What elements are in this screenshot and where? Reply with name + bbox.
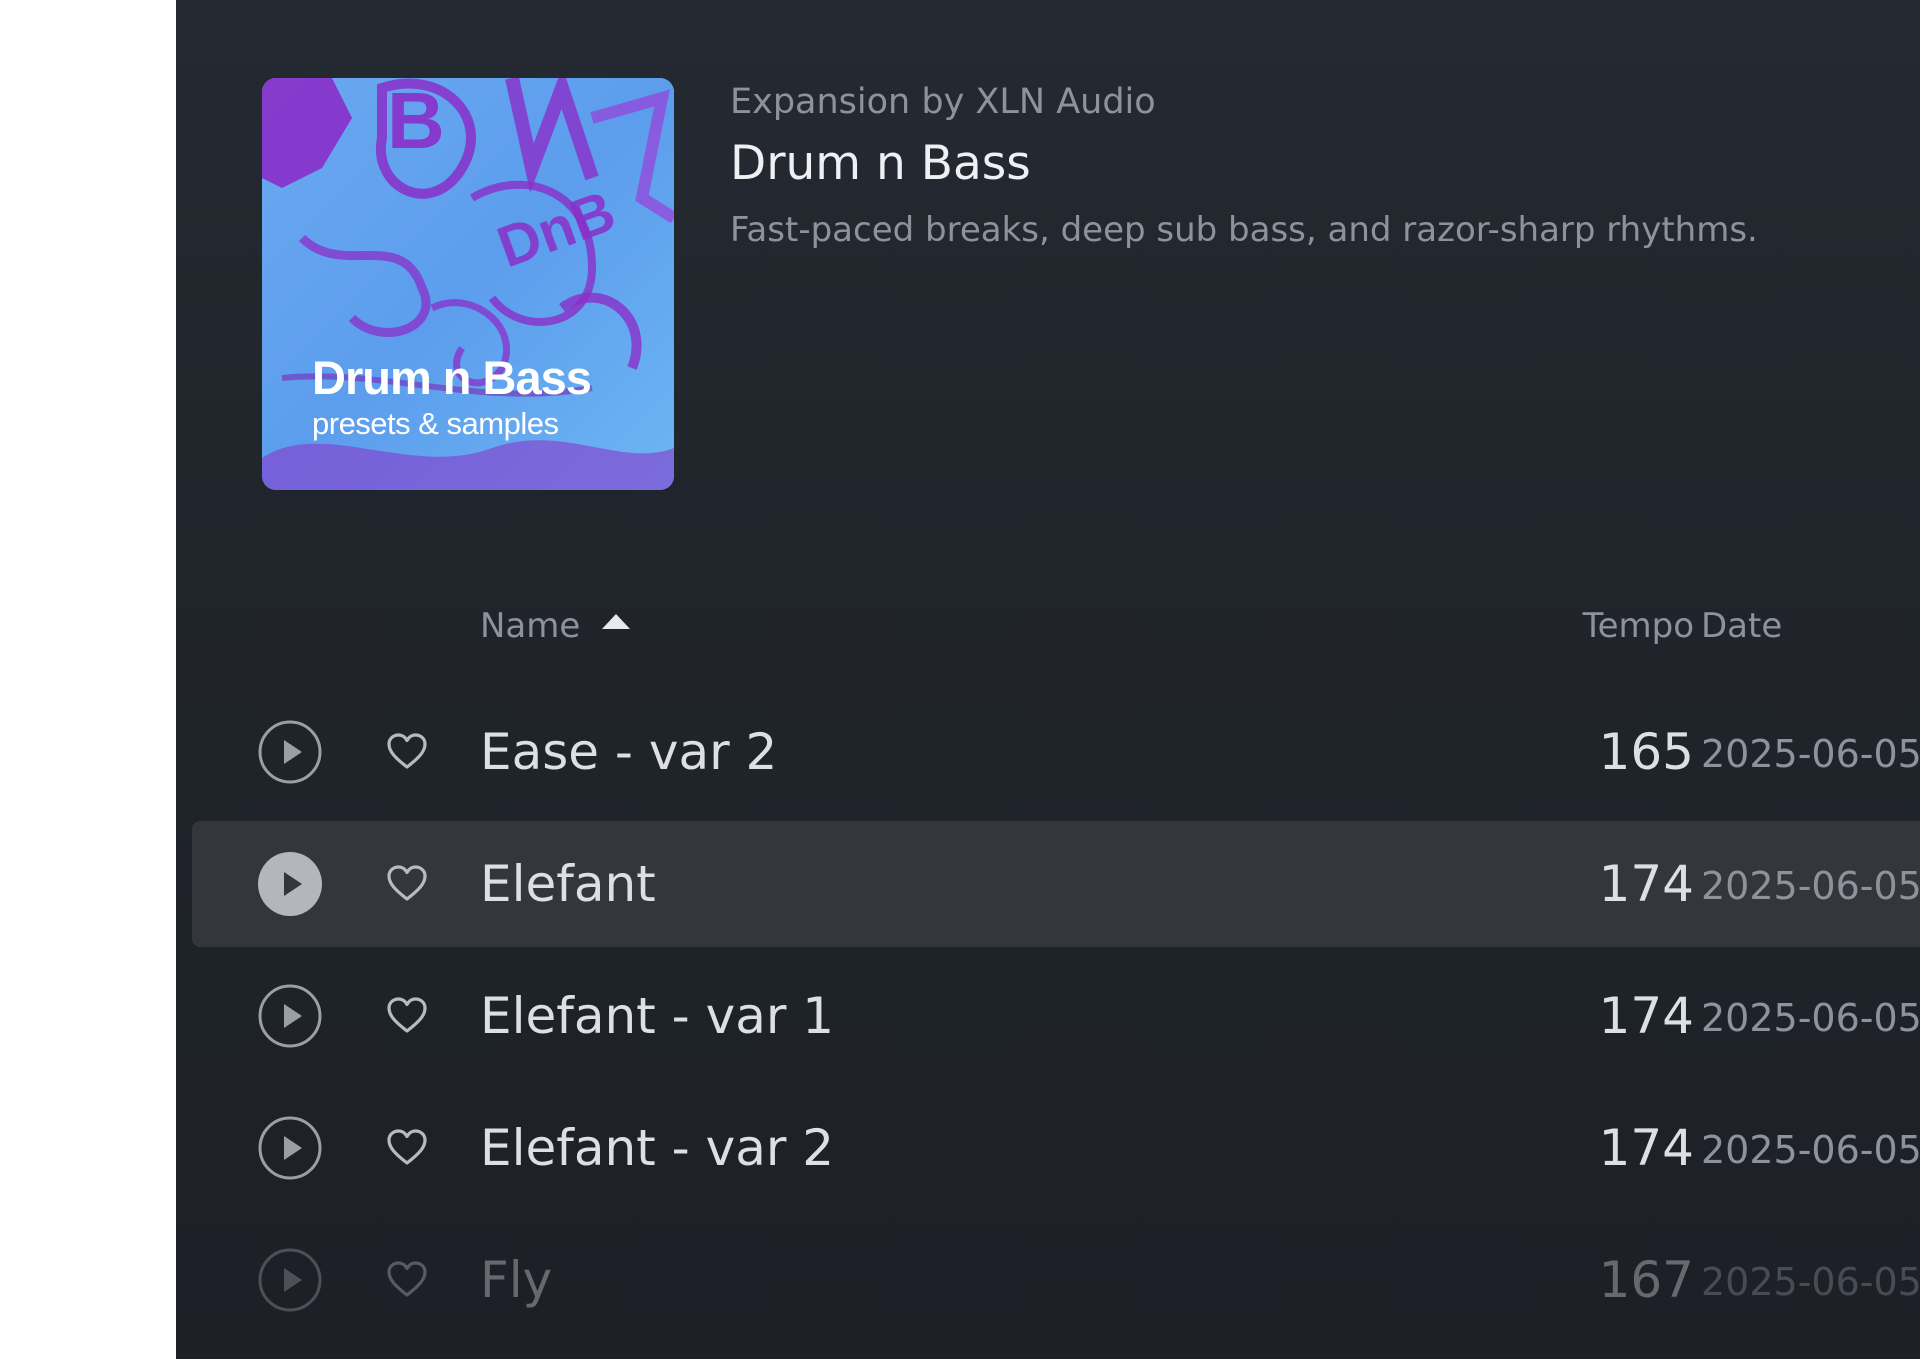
column-header-date[interactable]: Date xyxy=(1701,606,1782,646)
expansion-title: Drum n Bass xyxy=(730,136,1031,191)
table-row[interactable]: Ease - var 2 165 2025-06-05 xyxy=(176,686,1920,818)
play-circle-icon[interactable] xyxy=(257,851,323,917)
column-header-name[interactable]: Name xyxy=(480,606,631,646)
table-row[interactable]: Elefant - var 2 174 2025-06-05 xyxy=(176,1082,1920,1214)
expansion-kicker: Expansion by XLN Audio xyxy=(730,82,1156,122)
preset-name: Elefant xyxy=(480,855,656,913)
preset-name: Fly xyxy=(480,1251,553,1309)
preset-tempo: 165 xyxy=(1598,723,1694,781)
table-row[interactable]: Elefant - var 1 174 2025-06-05 xyxy=(176,950,1920,1082)
preset-date: 2025-06-05 xyxy=(1701,1128,1920,1172)
preset-name: Elefant - var 1 xyxy=(480,987,835,1045)
heart-outline-icon[interactable] xyxy=(386,1128,428,1168)
cover-graffiti-letter: B xyxy=(387,78,445,165)
table-header: Name Tempo Date xyxy=(176,602,1920,652)
heart-outline-icon[interactable] xyxy=(386,732,428,772)
play-circle-icon[interactable] xyxy=(257,983,323,1049)
preset-tempo: 167 xyxy=(1598,1251,1694,1309)
preset-date: 2025-06-05 xyxy=(1701,996,1920,1040)
expansion-panel: B DnB Drum n Bass presets & samples Expa… xyxy=(176,0,1920,1359)
preset-name: Ease - var 2 xyxy=(480,723,778,781)
album-cover: B DnB Drum n Bass presets & samples xyxy=(262,78,674,490)
expansion-description: Fast-paced breaks, deep sub bass, and ra… xyxy=(730,210,1758,250)
preset-tempo: 174 xyxy=(1598,987,1694,1045)
preset-tempo: 174 xyxy=(1598,855,1694,913)
play-circle-icon[interactable] xyxy=(257,1115,323,1181)
sort-ascending-icon xyxy=(602,613,631,629)
play-circle-icon[interactable] xyxy=(257,719,323,785)
play-circle-icon[interactable] xyxy=(257,1247,323,1313)
cover-subtitle: presets & samples xyxy=(312,406,559,441)
preset-tempo: 174 xyxy=(1598,1119,1694,1177)
column-header-name-label: Name xyxy=(480,606,581,646)
cover-title: Drum n Bass xyxy=(312,351,592,404)
table-row-selected[interactable]: Elefant 174 2025-06-05 xyxy=(176,818,1920,950)
heart-outline-icon[interactable] xyxy=(386,864,428,904)
column-header-tempo[interactable]: Tempo xyxy=(1583,606,1694,646)
expansion-info: Expansion by XLN Audio Drum n Bass Fast-… xyxy=(730,80,1910,252)
preset-date: 2025-06-05 xyxy=(1701,732,1920,776)
preset-date: 2025-06-05 xyxy=(1701,1260,1920,1304)
preset-name: Elefant - var 2 xyxy=(480,1119,835,1177)
heart-outline-icon[interactable] xyxy=(386,1260,428,1300)
preset-list: Ease - var 2 165 2025-06-05 Elefant 174 … xyxy=(176,686,1920,1346)
preset-date: 2025-06-05 xyxy=(1701,864,1920,908)
heart-outline-icon[interactable] xyxy=(386,996,428,1036)
table-row[interactable]: Fly 167 2025-06-05 xyxy=(176,1214,1920,1346)
